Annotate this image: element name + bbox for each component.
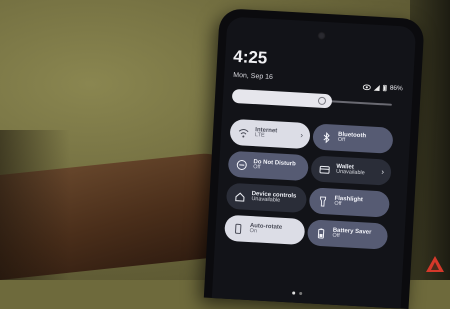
bluetooth-icon xyxy=(323,131,330,143)
brightness-slider[interactable] xyxy=(231,88,393,112)
page-indicator[interactable] xyxy=(292,291,303,296)
page-dot xyxy=(299,291,303,296)
tile-flashlight[interactable]: Flashlight Off xyxy=(308,187,391,218)
tile-auto-rotate[interactable]: Auto-rotate On xyxy=(224,214,306,246)
tile-status: Unavailable xyxy=(251,196,281,204)
tile-status: On xyxy=(249,228,258,235)
home-icon xyxy=(235,192,245,202)
tile-battery-saver[interactable]: Battery Saver Off xyxy=(306,219,389,250)
background-shadow xyxy=(0,130,70,280)
tile-status: Unavailable xyxy=(335,169,365,177)
brightness-track xyxy=(326,100,392,106)
front-camera xyxy=(317,31,326,40)
tile-device-controls[interactable]: Device controls Unavailable xyxy=(225,182,308,214)
battery-saver-icon xyxy=(317,227,325,239)
watermark-logo xyxy=(426,256,444,272)
wallet-icon xyxy=(319,165,330,174)
tile-status: Off xyxy=(332,232,340,240)
page-dot xyxy=(292,291,296,295)
chevron-right-icon: › xyxy=(300,130,304,140)
tile-wallet[interactable]: Wallet Unavailable › xyxy=(310,155,392,186)
minus-circle-icon xyxy=(236,159,247,170)
flashlight-icon xyxy=(320,195,327,207)
battery-percent: 86% xyxy=(389,84,403,93)
wifi-icon xyxy=(238,128,249,138)
signal-icon xyxy=(373,84,380,91)
tile-internet[interactable]: Internet LTE › xyxy=(229,118,311,150)
tile-status: Off xyxy=(337,137,346,144)
tile-bluetooth[interactable]: Bluetooth Off xyxy=(312,123,394,154)
status-bar: 86% xyxy=(362,83,403,93)
battery-icon xyxy=(382,84,387,92)
tile-status: Off xyxy=(252,164,261,171)
tile-do-not-disturb[interactable]: Do Not Disturb Off xyxy=(227,150,309,182)
tile-status: Off xyxy=(334,200,342,208)
rotate-icon xyxy=(235,223,242,234)
tile-status: LTE xyxy=(254,132,265,139)
chevron-right-icon: › xyxy=(381,167,385,177)
eye-icon xyxy=(362,83,371,90)
quick-settings-panel: 4:25 Mon, Sep 16 86% Internet LTE › Blue… xyxy=(211,16,417,309)
clock-date: Mon, Sep 16 xyxy=(233,71,274,82)
phone: 4:25 Mon, Sep 16 86% Internet LTE › Blue… xyxy=(203,8,425,309)
clock-time: 4:25 xyxy=(232,46,268,68)
